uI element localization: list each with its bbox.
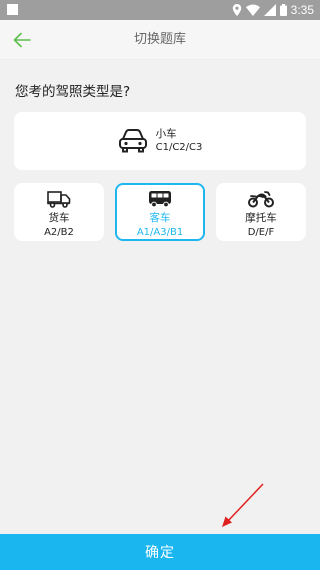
- status-icons: 3:35: [232, 0, 314, 20]
- battery-icon: [279, 4, 287, 16]
- location-icon: [232, 4, 241, 16]
- license-name: 客车: [149, 212, 171, 224]
- license-option-bus[interactable]: 客车 A1/A3/B1: [115, 183, 205, 241]
- arrow-left-icon: [13, 32, 31, 48]
- license-name: 摩托车: [245, 212, 277, 224]
- license-option-truck[interactable]: 货车 A2/B2: [14, 183, 104, 241]
- license-codes: A2/B2: [44, 227, 74, 238]
- confirm-button[interactable]: 确定: [0, 534, 320, 570]
- license-name: 货车: [48, 212, 70, 224]
- license-codes: C1/C2/C3: [155, 142, 203, 153]
- motorcycle-icon: [248, 191, 274, 208]
- signal-icon: [263, 4, 276, 16]
- car-icon: [118, 129, 147, 153]
- license-codes: D/E/F: [247, 227, 275, 238]
- status-time: 3:35: [290, 3, 314, 17]
- license-option-motorcycle[interactable]: 摩托车 D/E/F: [216, 183, 306, 241]
- license-name: 小车: [155, 128, 177, 140]
- question-label: 您考的驾照类型是?: [15, 84, 131, 100]
- back-button[interactable]: [10, 28, 34, 52]
- status-bar: 3:35: [0, 0, 320, 20]
- license-codes: A1/A3/B1: [136, 227, 184, 238]
- notification-icon: [7, 4, 18, 15]
- bus-icon: [149, 191, 171, 208]
- page-title: 切换题库: [133, 32, 186, 47]
- wifi-icon: [245, 4, 260, 16]
- header: 切换题库: [0, 20, 320, 60]
- truck-icon: [47, 190, 71, 208]
- license-option-car[interactable]: 小车 C1/C2/C3: [14, 112, 306, 170]
